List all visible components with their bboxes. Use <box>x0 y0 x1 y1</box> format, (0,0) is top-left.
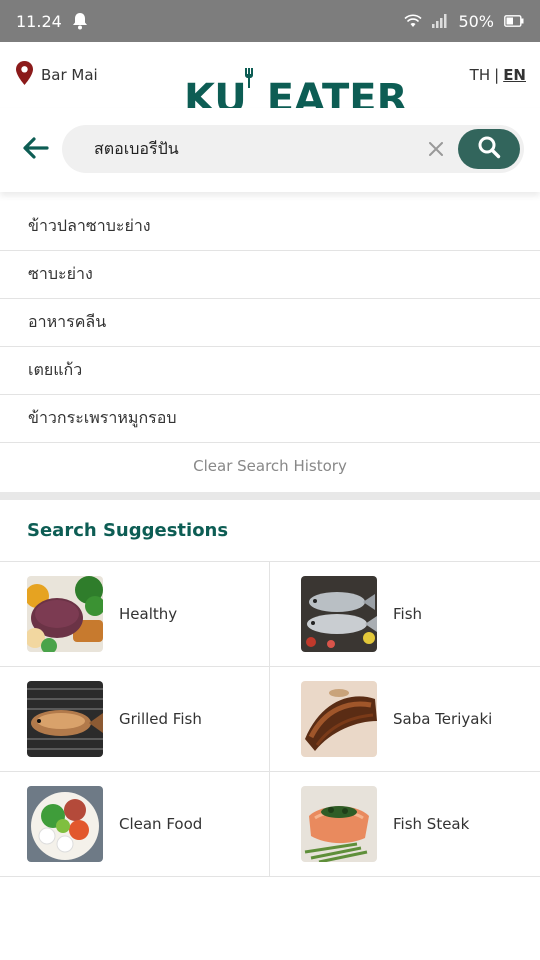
lang-th-option[interactable]: TH <box>470 66 490 84</box>
search-box <box>62 125 524 173</box>
wifi-icon <box>404 14 422 28</box>
suggestion-label: Fish <box>393 605 423 623</box>
saba-teriyaki-image <box>301 681 377 757</box>
battery-icon <box>504 15 524 27</box>
suggestion-label: Fish Steak <box>393 815 470 833</box>
search-input[interactable] <box>94 139 414 159</box>
suggestion-label: Grilled Fish <box>119 710 202 728</box>
signal-icon <box>432 14 448 28</box>
clear-icon[interactable] <box>424 137 448 161</box>
suggestion-label: Clean Food <box>119 815 203 833</box>
location-pin-icon <box>16 61 33 89</box>
clear-search-history-button[interactable]: Clear Search History <box>0 443 540 489</box>
status-time: 11.24 <box>16 11 62 31</box>
history-item[interactable]: อาหารคลีน <box>0 299 540 347</box>
suggestion-grid: Healthy Fish Grilled Fish Saba Teriyaki … <box>0 561 540 877</box>
back-button[interactable] <box>16 130 56 170</box>
suggestion-card-clean-food[interactable]: Clean Food <box>0 772 270 877</box>
lang-separator: | <box>494 66 500 84</box>
healthy-food-image <box>27 576 103 652</box>
app-header: Bar Mai KU EATER TH | EN <box>0 42 540 122</box>
history-item[interactable]: ซาบะย่าง <box>0 251 540 299</box>
suggestion-label: Saba Teriyaki <box>393 710 493 728</box>
bell-icon <box>72 12 88 30</box>
search-history-list: ข้าวปลาซาบะย่าง ซาบะย่าง อาหารคลีน เตยแก… <box>0 203 540 489</box>
clean-food-image <box>27 786 103 862</box>
suggestion-card-healthy[interactable]: Healthy <box>0 562 270 667</box>
fork-spoon-icon <box>243 52 257 98</box>
battery-percent: 50% <box>458 11 494 31</box>
suggestion-card-saba-teriyaki[interactable]: Saba Teriyaki <box>270 667 540 772</box>
search-suggestions-title: Search Suggestions <box>27 520 229 541</box>
fish-steak-image <box>301 786 377 862</box>
history-item[interactable]: เตยแก้ว <box>0 347 540 395</box>
suggestion-card-grilled-fish[interactable]: Grilled Fish <box>0 667 270 772</box>
history-item[interactable]: ข้าวกระเพราหมูกรอบ <box>0 395 540 443</box>
suggestion-card-fish-steak[interactable]: Fish Steak <box>270 772 540 877</box>
location-label: Bar Mai <box>41 66 98 84</box>
status-bar: 11.24 50% <box>0 0 540 42</box>
search-icon <box>477 135 501 163</box>
grilled-fish-image <box>27 681 103 757</box>
search-bar-row <box>0 108 540 192</box>
back-arrow-icon <box>23 137 49 163</box>
language-switcher: TH | EN <box>470 66 526 84</box>
search-button[interactable] <box>458 129 520 169</box>
location-selector[interactable]: Bar Mai <box>16 61 98 89</box>
fish-image <box>301 576 377 652</box>
lang-en-option[interactable]: EN <box>503 66 526 84</box>
suggestion-label: Healthy <box>119 605 178 623</box>
history-item[interactable]: ข้าวปลาซาบะย่าง <box>0 203 540 251</box>
section-divider <box>0 492 540 500</box>
suggestion-card-fish[interactable]: Fish <box>270 562 540 667</box>
